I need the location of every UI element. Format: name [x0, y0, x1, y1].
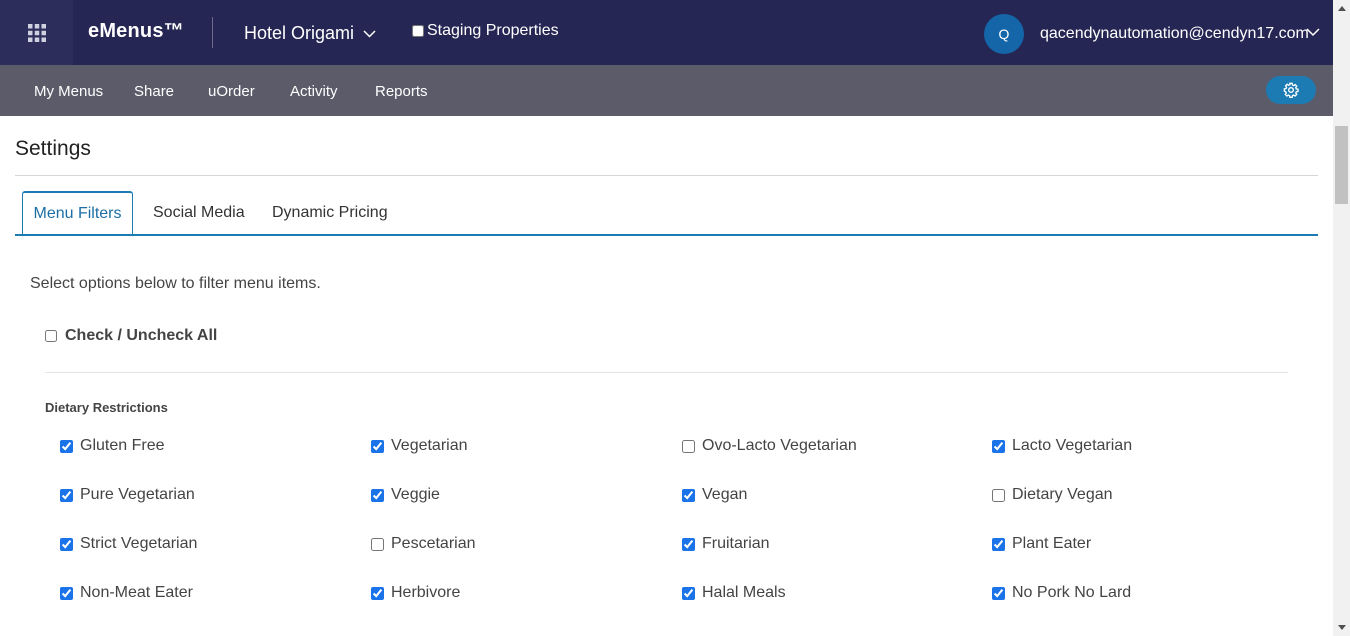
chevron-down-icon	[363, 29, 376, 38]
option-label: Non-Meat Eater	[80, 584, 193, 601]
option-non-meat-eater[interactable]: Non-Meat Eater	[60, 584, 193, 602]
option-checkbox[interactable]	[682, 586, 695, 600]
option-gluten-free[interactable]: Gluten Free	[60, 437, 164, 455]
option-checkbox[interactable]	[992, 488, 1005, 502]
option-label: Ovo-Lacto Vegetarian	[702, 437, 857, 454]
option-checkbox[interactable]	[682, 537, 695, 551]
option-label: Veggie	[391, 486, 440, 503]
user-menu-chevron-icon[interactable]	[1306, 28, 1320, 37]
option-label: Vegan	[702, 486, 748, 503]
option-checkbox[interactable]	[60, 439, 73, 453]
option-label: Pure Vegetarian	[80, 486, 195, 503]
avatar[interactable]: Q	[984, 14, 1024, 54]
intro-text: Select options below to filter menu item…	[30, 275, 321, 292]
check-all-toggle[interactable]: Check / Uncheck All	[45, 327, 217, 345]
option-label: Gluten Free	[80, 437, 165, 454]
header-divider	[212, 17, 213, 48]
nav-my-menus[interactable]: My Menus	[34, 83, 103, 100]
hotel-name: Hotel Origami	[244, 23, 355, 43]
option-checkbox[interactable]	[682, 439, 695, 453]
grid-icon	[27, 23, 46, 42]
brand-logo[interactable]: eMenus™	[88, 20, 184, 43]
option-label: Strict Vegetarian	[80, 535, 198, 552]
option-label: Dietary Vegan	[1012, 486, 1113, 503]
top-header: eMenus™ Hotel Origami Staging Properties…	[0, 0, 1333, 65]
scroll-thumb[interactable]	[1335, 126, 1348, 204]
hotel-selector[interactable]: Hotel Origami	[244, 23, 376, 44]
option-checkbox[interactable]	[60, 586, 73, 600]
nav-activity[interactable]: Activity	[290, 83, 338, 100]
option-vegetarian[interactable]: Vegetarian	[371, 437, 468, 455]
staging-properties-toggle[interactable]: Staging Properties	[412, 22, 559, 40]
option-vegan[interactable]: Vegan	[682, 486, 747, 504]
option-label: Halal Meals	[702, 584, 786, 601]
option-label: No Pork No Lard	[1012, 584, 1132, 601]
title-divider	[15, 175, 1318, 176]
option-pescetarian[interactable]: Pescetarian	[371, 535, 476, 553]
tabs-underline	[15, 234, 1318, 236]
option-checkbox[interactable]	[371, 488, 384, 502]
page-scrollbar[interactable]	[1333, 0, 1350, 636]
option-checkbox[interactable]	[371, 439, 384, 453]
option-ovo-lacto-vegetarian[interactable]: Ovo-Lacto Vegetarian	[682, 437, 857, 455]
option-checkbox[interactable]	[371, 586, 384, 600]
option-checkbox[interactable]	[682, 488, 695, 502]
tab-dynamic-pricing[interactable]: Dynamic Pricing	[272, 191, 388, 235]
scroll-up-arrow-icon[interactable]	[1338, 6, 1346, 11]
option-checkbox[interactable]	[371, 537, 384, 551]
section-divider	[45, 372, 1288, 373]
settings-button[interactable]	[1266, 76, 1316, 104]
option-pure-vegetarian[interactable]: Pure Vegetarian	[60, 486, 195, 504]
option-veggie[interactable]: Veggie	[371, 486, 440, 504]
option-checkbox[interactable]	[992, 586, 1005, 600]
option-halal-meals[interactable]: Halal Meals	[682, 584, 786, 602]
section-title: Dietary Restrictions	[45, 400, 168, 415]
nav-uorder[interactable]: uOrder	[208, 83, 255, 100]
main-nav: My Menus Share uOrder Activity Reports	[0, 65, 1333, 116]
option-label: Plant Eater	[1012, 535, 1092, 552]
option-label: Vegetarian	[391, 437, 468, 454]
scroll-down-arrow-icon[interactable]	[1338, 625, 1346, 630]
nav-reports[interactable]: Reports	[375, 83, 428, 100]
staging-label: Staging Properties	[427, 22, 559, 39]
user-email[interactable]: qacendynautomation@cendyn17.com	[1040, 25, 1309, 43]
option-label: Pescetarian	[391, 535, 476, 552]
option-label: Herbivore	[391, 584, 461, 601]
option-label: Lacto Vegetarian	[1012, 437, 1133, 454]
option-label: Fruitarian	[702, 535, 770, 552]
staging-checkbox[interactable]	[412, 25, 424, 37]
nav-share[interactable]: Share	[134, 83, 174, 100]
option-checkbox[interactable]	[60, 488, 73, 502]
option-dietary-vegan[interactable]: Dietary Vegan	[992, 486, 1113, 504]
tab-menu-filters[interactable]: Menu Filters	[22, 191, 133, 237]
option-checkbox[interactable]	[992, 537, 1005, 551]
page-title: Settings	[15, 137, 91, 160]
option-lacto-vegetarian[interactable]: Lacto Vegetarian	[992, 437, 1132, 455]
app-grid-button[interactable]	[0, 0, 73, 65]
tab-social-media[interactable]: Social Media	[153, 191, 245, 235]
check-all-checkbox[interactable]	[45, 330, 57, 342]
option-checkbox[interactable]	[60, 537, 73, 551]
option-strict-vegetarian[interactable]: Strict Vegetarian	[60, 535, 197, 553]
option-checkbox[interactable]	[992, 439, 1005, 453]
gear-icon	[1283, 82, 1299, 98]
option-herbivore[interactable]: Herbivore	[371, 584, 460, 602]
option-fruitarian[interactable]: Fruitarian	[682, 535, 770, 553]
option-no-pork-no-lard[interactable]: No Pork No Lard	[992, 584, 1131, 602]
check-all-label: Check / Uncheck All	[65, 327, 218, 344]
option-plant-eater[interactable]: Plant Eater	[992, 535, 1091, 553]
